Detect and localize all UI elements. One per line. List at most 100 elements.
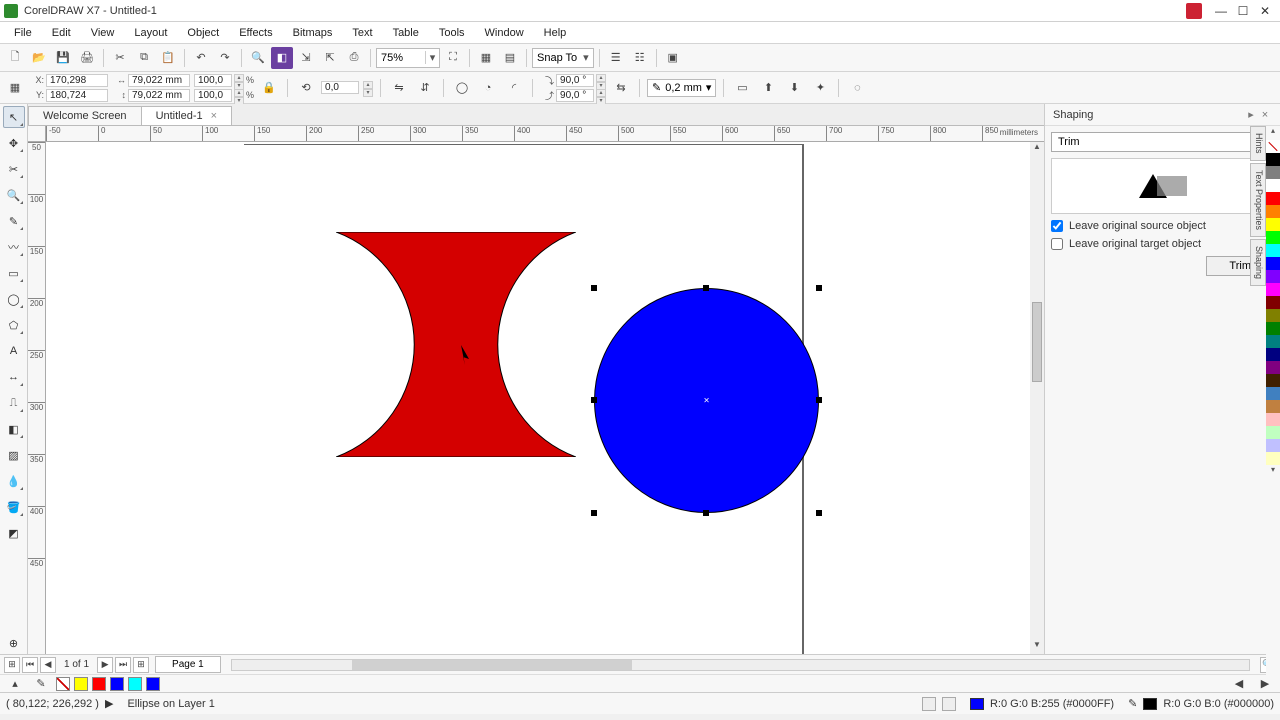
palette-color-swatch[interactable] [1266, 179, 1280, 192]
status-play-icon[interactable]: ▶ [105, 697, 113, 710]
menu-tools[interactable]: Tools [429, 24, 475, 42]
sel-handle-w[interactable] [591, 397, 597, 403]
export-button[interactable]: ⇱ [319, 47, 341, 69]
palette-color-swatch[interactable] [1266, 348, 1280, 361]
obj-origin-button[interactable]: ▦ [4, 77, 26, 99]
palette-swatch-yellow[interactable] [74, 677, 88, 691]
snap-dropdown-icon[interactable]: ▾ [583, 51, 589, 64]
text-tool[interactable]: A [3, 340, 25, 362]
palette-color-swatch[interactable] [1266, 283, 1280, 296]
hscroll-thumb[interactable] [352, 660, 632, 670]
leave-source-checkbox[interactable]: Leave original source object [1051, 220, 1274, 232]
color-eyedropper-tool[interactable]: 💧 [3, 470, 25, 492]
scale-y-field[interactable]: 100,0 [194, 89, 232, 102]
menu-window[interactable]: Window [475, 24, 534, 42]
palette-color-swatch[interactable] [1266, 361, 1280, 374]
arc-button[interactable]: ◜ [503, 77, 525, 99]
print-button[interactable]: 🖨 [76, 47, 98, 69]
canvas-hscrollbar[interactable] [231, 659, 1250, 671]
palette-color-swatch[interactable] [1266, 218, 1280, 231]
launch-button[interactable]: ◧ [271, 47, 293, 69]
palette-swatch-blue[interactable] [110, 677, 124, 691]
sel-handle-e[interactable] [816, 397, 822, 403]
pick-tool[interactable]: ↖ [3, 106, 25, 128]
vscroll-up-icon[interactable]: ▲ [1030, 142, 1044, 156]
page-add-after-button[interactable]: ⊞ [133, 657, 149, 673]
outline-width-combo[interactable]: ✎ 0,2 mm ▾ [647, 79, 716, 97]
menu-object[interactable]: Object [177, 24, 229, 42]
transparency-tool[interactable]: ▨ [3, 444, 25, 466]
palette-color-swatch[interactable] [1266, 244, 1280, 257]
palette-color-swatch[interactable] [1266, 413, 1280, 426]
docker-collapse-icon[interactable]: ▸ [1244, 108, 1258, 121]
sel-handle-ne[interactable] [816, 285, 822, 291]
palette-swatch-blue-2[interactable] [146, 677, 160, 691]
cut-button[interactable]: ✂ [109, 47, 131, 69]
palette-left-icon[interactable]: ◀ [1228, 673, 1250, 695]
palette-color-swatch[interactable] [1266, 426, 1280, 439]
page-tab-1[interactable]: Page 1 [155, 656, 221, 673]
palette-eyedropper-icon[interactable]: ✎ [30, 673, 52, 695]
menu-effects[interactable]: Effects [229, 24, 282, 42]
height-field[interactable]: 79,022 mm [128, 89, 190, 102]
sel-handle-nw[interactable] [591, 285, 597, 291]
mirror-h-button[interactable]: ⇋ [388, 77, 410, 99]
menu-layout[interactable]: Layout [124, 24, 177, 42]
save-button[interactable]: 💾 [52, 47, 74, 69]
sel-handle-sw[interactable] [591, 510, 597, 516]
show-grid-button[interactable]: ▤ [499, 47, 521, 69]
lock-ratio-button[interactable]: 🔒 [258, 77, 280, 99]
sel-handle-n[interactable] [703, 285, 709, 291]
palette-color-swatch[interactable] [1266, 231, 1280, 244]
polygon-tool[interactable]: ⬠ [3, 314, 25, 336]
import-button[interactable]: ⇲ [295, 47, 317, 69]
options-button[interactable]: ☰ [605, 47, 627, 69]
menu-table[interactable]: Table [383, 24, 429, 42]
menu-bitmaps[interactable]: Bitmaps [283, 24, 343, 42]
palette-color-swatch[interactable] [1266, 257, 1280, 270]
palette-up-icon[interactable]: ▴ [4, 673, 26, 695]
page-prev-button[interactable]: ◀ [40, 657, 56, 673]
sel-handle-s[interactable] [703, 510, 709, 516]
search-button[interactable]: 🔍 [247, 47, 269, 69]
wrap-text-button[interactable]: ▭ [731, 77, 753, 99]
ellipse-tool[interactable]: ◯ [3, 288, 25, 310]
quick-customize-tool[interactable]: ⊕ [3, 632, 25, 654]
fill-swatch[interactable] [970, 698, 984, 710]
quick-custom-button[interactable]: ◌ [846, 77, 868, 99]
pos-x-field[interactable]: 170,298 mm [46, 74, 108, 87]
menu-edit[interactable]: Edit [42, 24, 81, 42]
leave-target-input[interactable] [1051, 238, 1063, 250]
palette-no-fill[interactable] [1266, 140, 1280, 153]
interactive-fill-tool[interactable]: 🪣 [3, 496, 25, 518]
zoom-combo[interactable]: ▾ [376, 48, 440, 68]
copy-button[interactable]: ⧉ [133, 47, 155, 69]
tab-close-icon[interactable]: × [211, 110, 217, 122]
palette-scroll-up-icon[interactable]: ▴ [1266, 126, 1280, 140]
page-next-button[interactable]: ▶ [97, 657, 113, 673]
side-tab-hints[interactable]: Hints [1250, 126, 1266, 161]
vscroll-thumb[interactable] [1032, 302, 1042, 382]
palette-color-swatch[interactable] [1266, 192, 1280, 205]
fullscreen-button[interactable]: ⛶ [442, 47, 464, 69]
palette-color-swatch[interactable] [1266, 205, 1280, 218]
page-first-button[interactable]: ⏮ [22, 657, 38, 673]
ruler-horizontal[interactable]: -500501001502002503003504004505005506006… [46, 126, 1044, 142]
ellipse-button[interactable]: ◯ [451, 77, 473, 99]
scale-x-field[interactable]: 100,0 [194, 74, 232, 87]
swap-arc-button[interactable]: ⇆ [610, 77, 632, 99]
palette-color-swatch[interactable] [1266, 322, 1280, 335]
leave-source-input[interactable] [1051, 220, 1063, 232]
sel-handle-se[interactable] [816, 510, 822, 516]
palette-color-swatch[interactable] [1266, 400, 1280, 413]
undo-button[interactable]: ↶ [190, 47, 212, 69]
parallel-dim-tool[interactable]: ↔ [3, 366, 25, 388]
rotation-field[interactable]: 0,0 [321, 81, 359, 94]
ruler-vertical[interactable]: 50100150200250300350400450 [28, 142, 46, 654]
menu-file[interactable]: File [4, 24, 42, 42]
blue-ellipse[interactable]: × [594, 288, 819, 513]
rectangle-tool[interactable]: ▭ [3, 262, 25, 284]
arc-end-field[interactable]: 90,0 ° [556, 89, 594, 102]
canvas-vscrollbar[interactable]: ▲ ▼ [1030, 142, 1044, 654]
side-tab-text-properties[interactable]: Text Properties [1250, 163, 1266, 237]
